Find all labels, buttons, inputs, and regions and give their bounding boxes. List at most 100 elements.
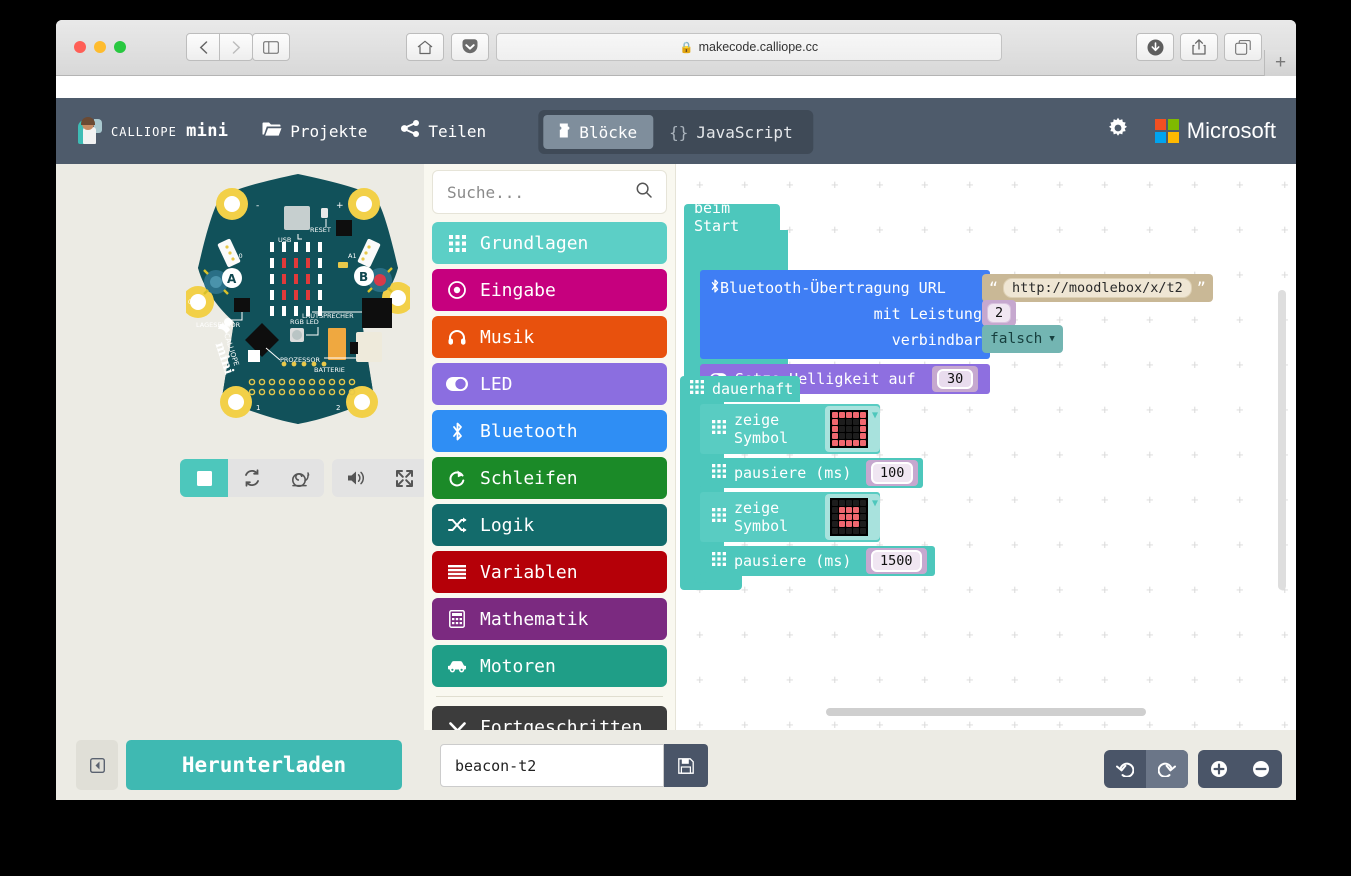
grid-cross: + xyxy=(831,628,839,641)
field-bluetooth-url[interactable]: “ http://moodlebox/x/t2 ” xyxy=(982,274,1213,302)
forward-button[interactable] xyxy=(219,33,253,61)
shuffle-icon xyxy=(446,517,468,533)
lines-icon xyxy=(446,565,468,579)
toolbox-category-eingabe[interactable]: Eingabe xyxy=(432,269,667,311)
brand-logo[interactable]: CALLIOPE mini xyxy=(78,118,228,144)
search-icon xyxy=(636,182,652,202)
toolbox-category-label: Grundlagen xyxy=(480,233,588,254)
sidebar-toggle-button[interactable] xyxy=(252,33,290,61)
grid-cross: + xyxy=(1191,673,1199,686)
editor-mode-switch: Blöcke {} JavaScript xyxy=(538,110,813,154)
block-on-start[interactable]: beim Start Bluetooth-Übertragung URL mit xyxy=(684,204,788,380)
toolbox-category-schleifen[interactable]: Schleifen xyxy=(432,457,667,499)
address-bar[interactable]: 🔒 makecode.calliope.cc xyxy=(496,33,1002,61)
snail-icon[interactable] xyxy=(276,459,324,497)
grid-cross: + xyxy=(1011,673,1019,686)
toolbox-category-bluetooth[interactable]: Bluetooth xyxy=(432,410,667,452)
grid-cross: + xyxy=(741,628,749,641)
workspace-vertical-scrollbar[interactable] xyxy=(1278,290,1286,590)
app-main: - + 1 2 USB RESET A0 xyxy=(56,164,1296,730)
back-button[interactable] xyxy=(186,33,220,61)
grid-cross: + xyxy=(1101,538,1109,551)
toolbox-category-motoren[interactable]: Motoren xyxy=(432,645,667,687)
zoom-in-icon[interactable] xyxy=(1198,750,1240,788)
simulator-controls-right xyxy=(332,459,428,497)
grid-cross: + xyxy=(1236,403,1244,416)
download-button[interactable]: Herunterladen xyxy=(126,740,402,790)
home-icon[interactable] xyxy=(406,33,444,61)
calliope-board[interactable]: - + 1 2 USB RESET A0 xyxy=(186,172,410,434)
restart-icon[interactable] xyxy=(228,459,276,497)
grid-cross: + xyxy=(1146,223,1154,236)
toolbox-category-mathematik[interactable]: Mathematik xyxy=(432,598,667,640)
svg-text:BATTERIE: BATTERIE xyxy=(314,366,345,374)
grid-cross: + xyxy=(1236,313,1244,326)
lock-icon: 🔒 xyxy=(680,41,694,54)
svg-text:1: 1 xyxy=(256,404,260,412)
grid-cross: + xyxy=(1191,493,1199,506)
save-button[interactable] xyxy=(664,744,708,787)
svg-text:A: A xyxy=(227,272,237,286)
brand-small: CALLIOPE xyxy=(111,125,177,139)
simulator-panel: - + 1 2 USB RESET A0 xyxy=(56,164,424,730)
block-pause-2-label: pausiere (ms) xyxy=(734,552,851,570)
volume-icon[interactable] xyxy=(332,459,380,497)
toolbox-category-grundlagen[interactable]: Grundlagen xyxy=(432,222,667,264)
gear-icon[interactable] xyxy=(1107,117,1129,145)
grid-cross: + xyxy=(1011,448,1019,461)
toolbox-category-logik[interactable]: Logik xyxy=(432,504,667,546)
toolbox-category-variablen[interactable]: Variablen xyxy=(432,551,667,593)
grid-cross: + xyxy=(1101,178,1109,191)
search-input[interactable]: Suche... xyxy=(432,170,667,214)
toolbox-category-musik[interactable]: Musik xyxy=(432,316,667,358)
minimize-window-button[interactable] xyxy=(94,41,106,53)
redo-icon[interactable] xyxy=(1146,750,1188,788)
led-pixel xyxy=(832,419,838,425)
share-icon[interactable] xyxy=(1180,33,1218,61)
field-pause-2-value-wrap[interactable]: 1500 xyxy=(866,548,927,574)
field-led-matrix-1[interactable]: ▼ xyxy=(825,406,880,452)
stop-square-icon[interactable] xyxy=(180,459,228,497)
new-tab-button[interactable]: + xyxy=(1264,50,1296,76)
downloads-button[interactable] xyxy=(1136,33,1174,61)
zoom-out-icon[interactable] xyxy=(1240,750,1282,788)
grid-cross: + xyxy=(1191,538,1199,551)
calliope-board-svg: - + 1 2 USB RESET A0 xyxy=(186,172,410,434)
field-pause-1-value-wrap[interactable]: 100 xyxy=(866,460,918,486)
quote-close-icon: ” xyxy=(1197,279,1206,297)
undo-icon[interactable] xyxy=(1104,750,1146,788)
collapse-simulator-button[interactable] xyxy=(76,740,118,790)
blocks-workspace[interactable]: ++++++++++++++++++++++++++++++++++++++++… xyxy=(676,164,1296,730)
project-name-input[interactable]: beacon-t2 xyxy=(440,744,664,787)
target-icon xyxy=(446,281,468,299)
tab-blocks[interactable]: Blöcke xyxy=(543,115,653,149)
block-show-icon-2[interactable]: zeige Symbol ▼ xyxy=(700,492,880,542)
field-bluetooth-power[interactable]: 2 xyxy=(982,300,1016,326)
grid-cross: + xyxy=(1056,718,1064,730)
workspace-horizontal-scrollbar[interactable] xyxy=(826,708,1146,716)
field-bluetooth-connectable[interactable]: falsch ▼ xyxy=(982,325,1063,353)
block-forever[interactable]: dauerhaft zeige Symbol ▼ xyxy=(680,376,800,590)
grid-cross: + xyxy=(876,583,884,596)
svg-text:0: 0 xyxy=(188,299,192,306)
menu-item-share[interactable]: Teilen xyxy=(401,120,486,142)
grid-cross: + xyxy=(1146,493,1154,506)
block-bluetooth-advertise-url[interactable]: Bluetooth-Übertragung URL mit Leistung v… xyxy=(700,270,990,359)
led-matrix-2-grid xyxy=(830,498,868,536)
toolbox-category-label: Musik xyxy=(480,327,534,348)
field-brightness-value-wrap[interactable]: 30 xyxy=(932,366,978,392)
pocket-icon[interactable] xyxy=(451,33,489,61)
grid-cross: + xyxy=(1101,583,1109,596)
toolbox-category-led[interactable]: LED xyxy=(432,363,667,405)
grid-cross: + xyxy=(1101,403,1109,416)
svg-text:-: - xyxy=(256,201,259,211)
block-show-icon-1[interactable]: zeige Symbol ▼ xyxy=(700,404,880,454)
close-window-button[interactable] xyxy=(74,41,86,53)
grid-cross: + xyxy=(876,673,884,686)
field-led-matrix-2[interactable]: ▼ xyxy=(825,494,880,540)
tab-overview-icon[interactable] xyxy=(1224,33,1262,61)
tab-javascript[interactable]: {} JavaScript xyxy=(653,115,809,149)
maximize-window-button[interactable] xyxy=(114,41,126,53)
menu-item-projects[interactable]: Projekte xyxy=(262,121,367,142)
expand-icon[interactable] xyxy=(380,459,428,497)
